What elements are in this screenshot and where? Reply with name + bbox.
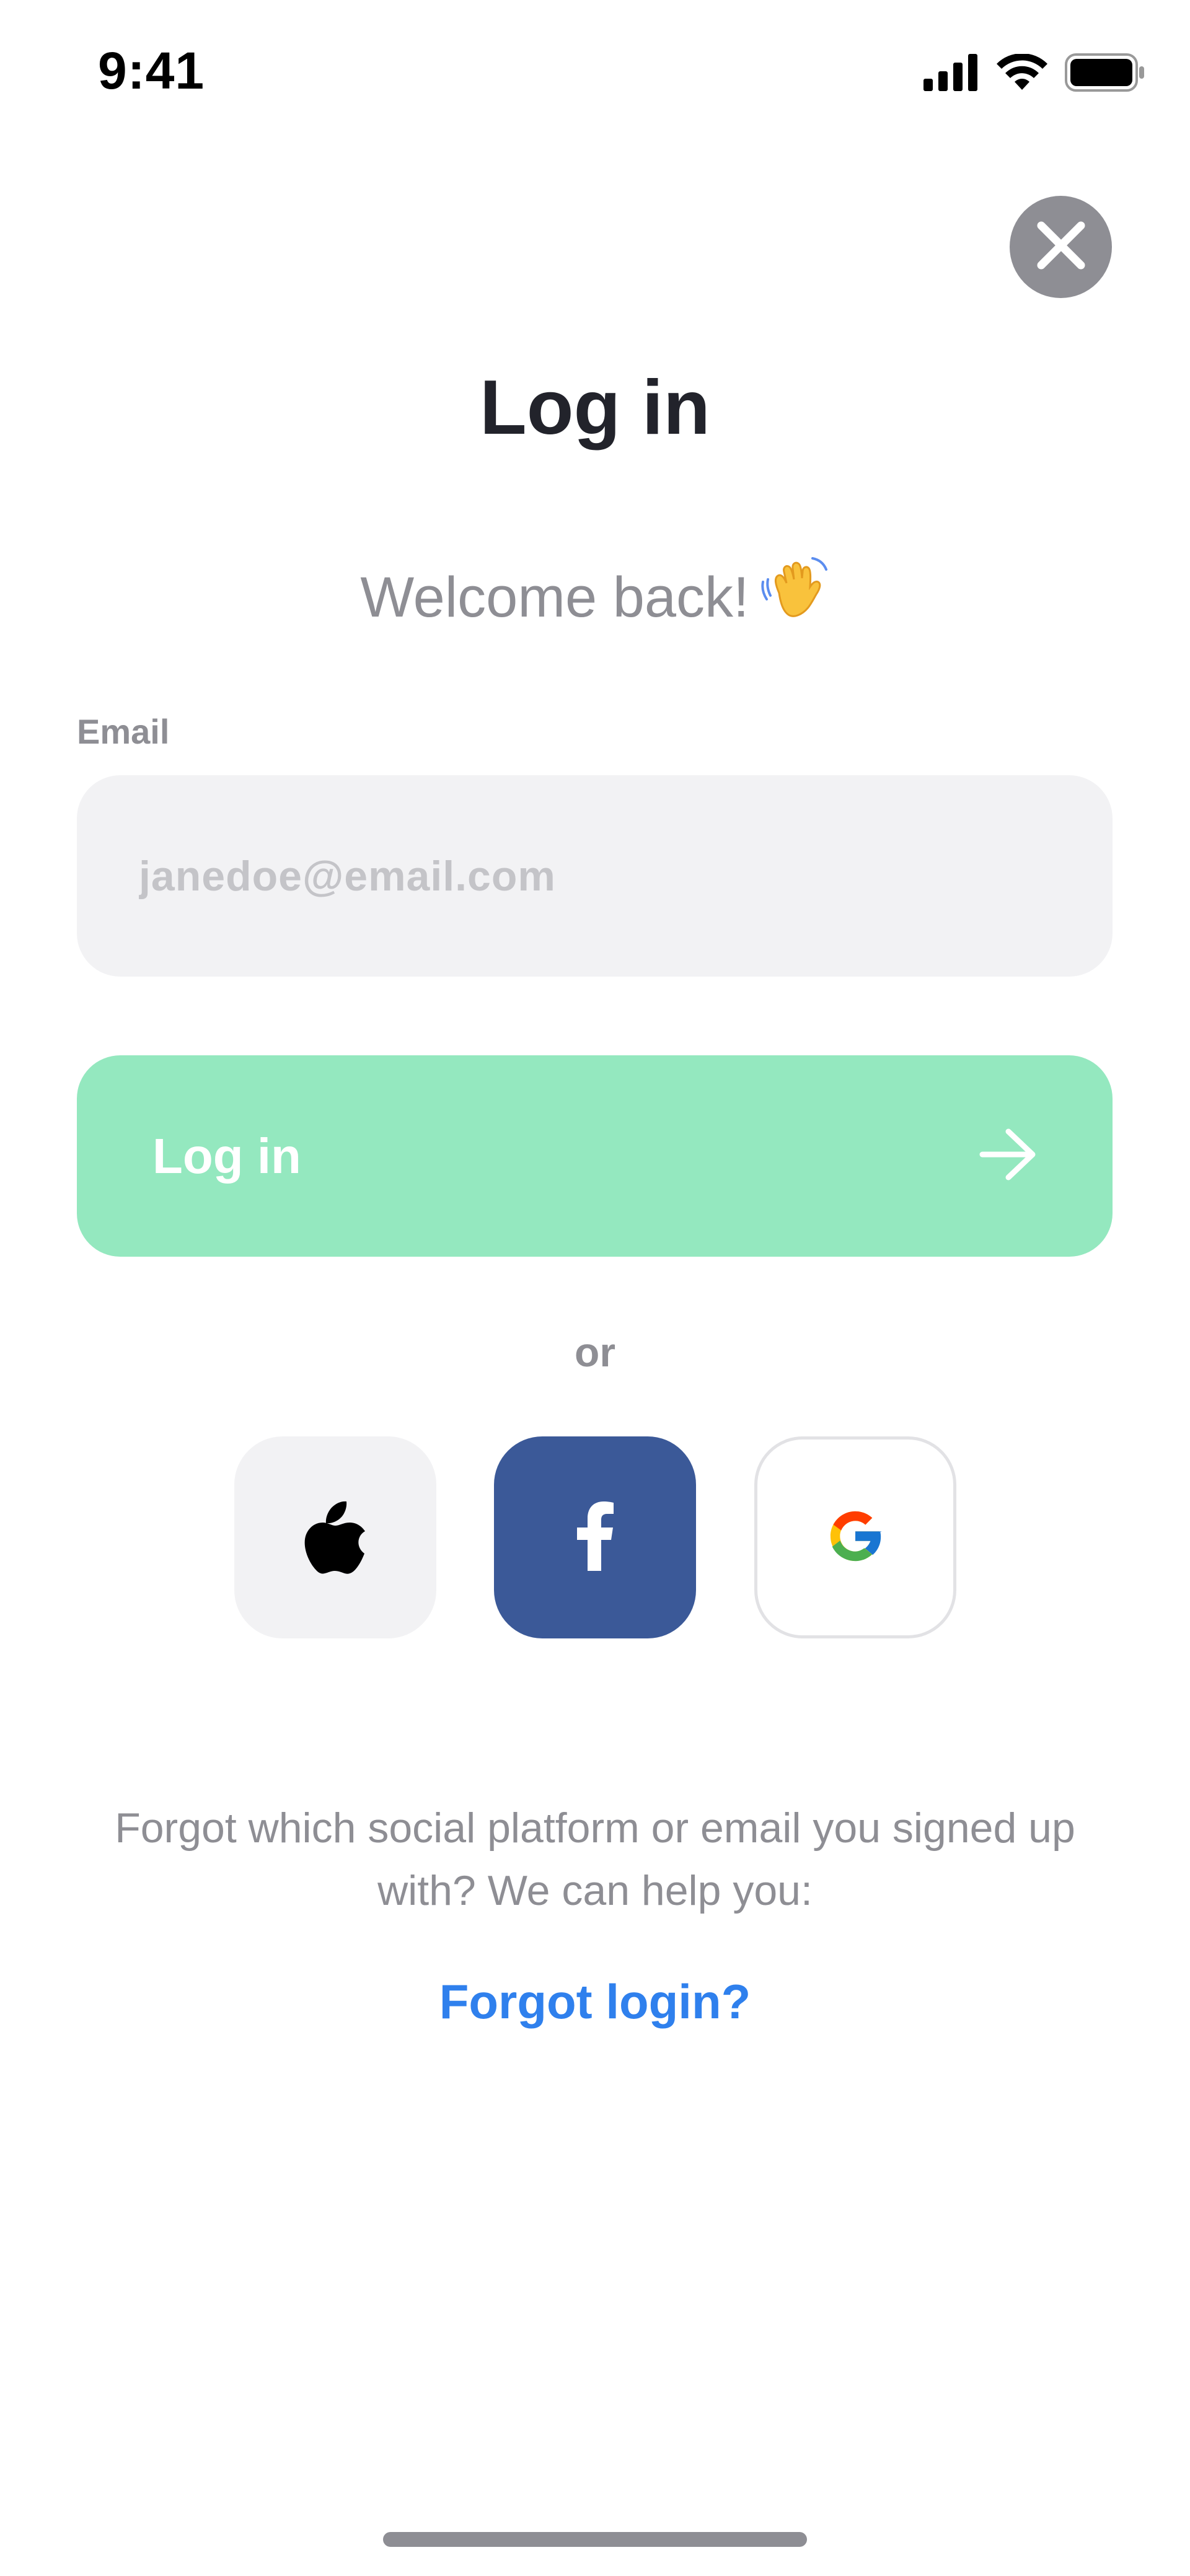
or-divider: or <box>575 1329 615 1375</box>
email-field[interactable] <box>77 775 1113 977</box>
google-icon <box>823 1504 888 1572</box>
page-title: Log in <box>480 365 710 451</box>
home-indicator[interactable] <box>383 2532 807 2547</box>
close-button[interactable] <box>1010 196 1112 298</box>
waving-hand-icon <box>760 555 830 636</box>
google-login-button[interactable] <box>754 1436 956 1638</box>
facebook-icon <box>575 1501 615 1574</box>
arrow-right-icon <box>979 1128 1038 1184</box>
help-text: Forgot which social platform or email yo… <box>115 1805 1075 1914</box>
status-time: 9:41 <box>98 42 205 100</box>
login-button[interactable]: Log in <box>77 1055 1113 1257</box>
welcome-subtitle: Welcome back! <box>0 555 1190 636</box>
cellular-signal-icon <box>923 54 979 91</box>
battery-icon <box>1065 53 1145 92</box>
email-label: Email <box>77 712 170 751</box>
close-icon <box>1036 221 1086 273</box>
wifi-icon <box>997 54 1047 91</box>
forgot-login-link[interactable]: Forgot login? <box>0 1974 1190 2030</box>
status-icons <box>923 53 1145 92</box>
apple-icon <box>302 1498 368 1578</box>
facebook-login-button[interactable] <box>494 1436 696 1638</box>
apple-login-button[interactable] <box>234 1436 436 1638</box>
welcome-text: Welcome back! <box>360 566 749 629</box>
login-button-label: Log in <box>152 1128 301 1184</box>
